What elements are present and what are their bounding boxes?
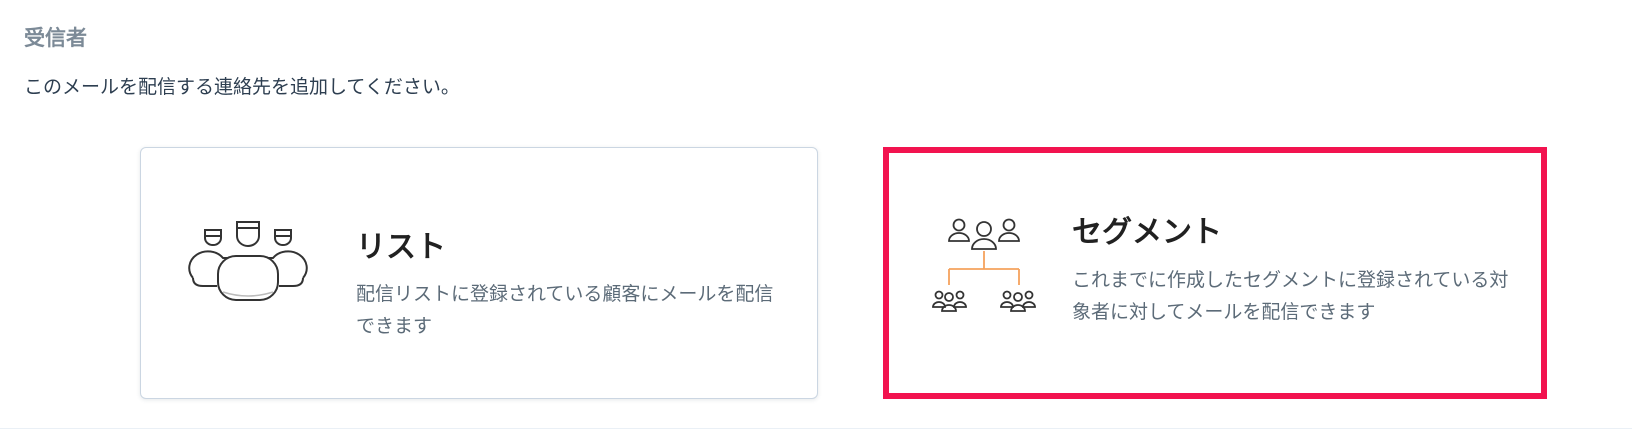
option-title-segment: セグメント [1072, 215, 1222, 250]
option-description-list: 配信リストに登録されている顧客にメールを配信できます [356, 283, 774, 337]
section-divider [0, 428, 1632, 429]
option-title-list: リスト [356, 230, 446, 265]
recipients-heading: 受信者 [24, 26, 87, 50]
contacts-group-icon [187, 220, 309, 304]
segment-tree-icon [929, 217, 1039, 315]
option-description-segment: これまでに作成したセグメントに登録されている対象者に対してメールを配信できます [1072, 269, 1509, 323]
option-card-segment[interactable]: セグメント これまでに作成したセグメントに登録されている対象者に対してメールを配… [883, 147, 1547, 399]
option-card-list[interactable]: リスト 配信リストに登録されている顧客にメールを配信できます [140, 147, 818, 399]
recipients-description: このメールを配信する連絡先を追加してください。 [24, 76, 460, 98]
